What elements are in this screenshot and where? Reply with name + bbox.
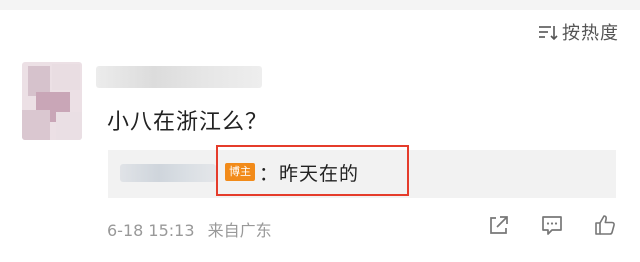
reply-text: ：昨天在的 [259, 163, 360, 185]
blogger-badge: 博主 [225, 163, 255, 181]
comment-meta: 6-18 15:13 来自广东 [107, 217, 280, 241]
like-button[interactable] [593, 213, 617, 237]
comment-source: 来自广东 [207, 221, 272, 240]
sort-icon [539, 26, 558, 41]
comment-button[interactable] [540, 213, 564, 237]
avatar[interactable] [22, 62, 82, 140]
like-icon [595, 215, 615, 235]
reply-username-blurred[interactable] [120, 164, 216, 182]
share-icon [490, 216, 508, 234]
username-blurred[interactable] [96, 66, 262, 88]
sort-by-hot-button[interactable]: 按热度 [538, 20, 619, 44]
comment-time: 6-18 15:13 [107, 221, 195, 240]
comment-icon [542, 216, 562, 235]
sort-label: 按热度 [562, 23, 619, 44]
share-button[interactable] [487, 213, 511, 237]
comment-text: 小八在浙江么？ [107, 110, 269, 135]
top-divider [0, 0, 640, 10]
